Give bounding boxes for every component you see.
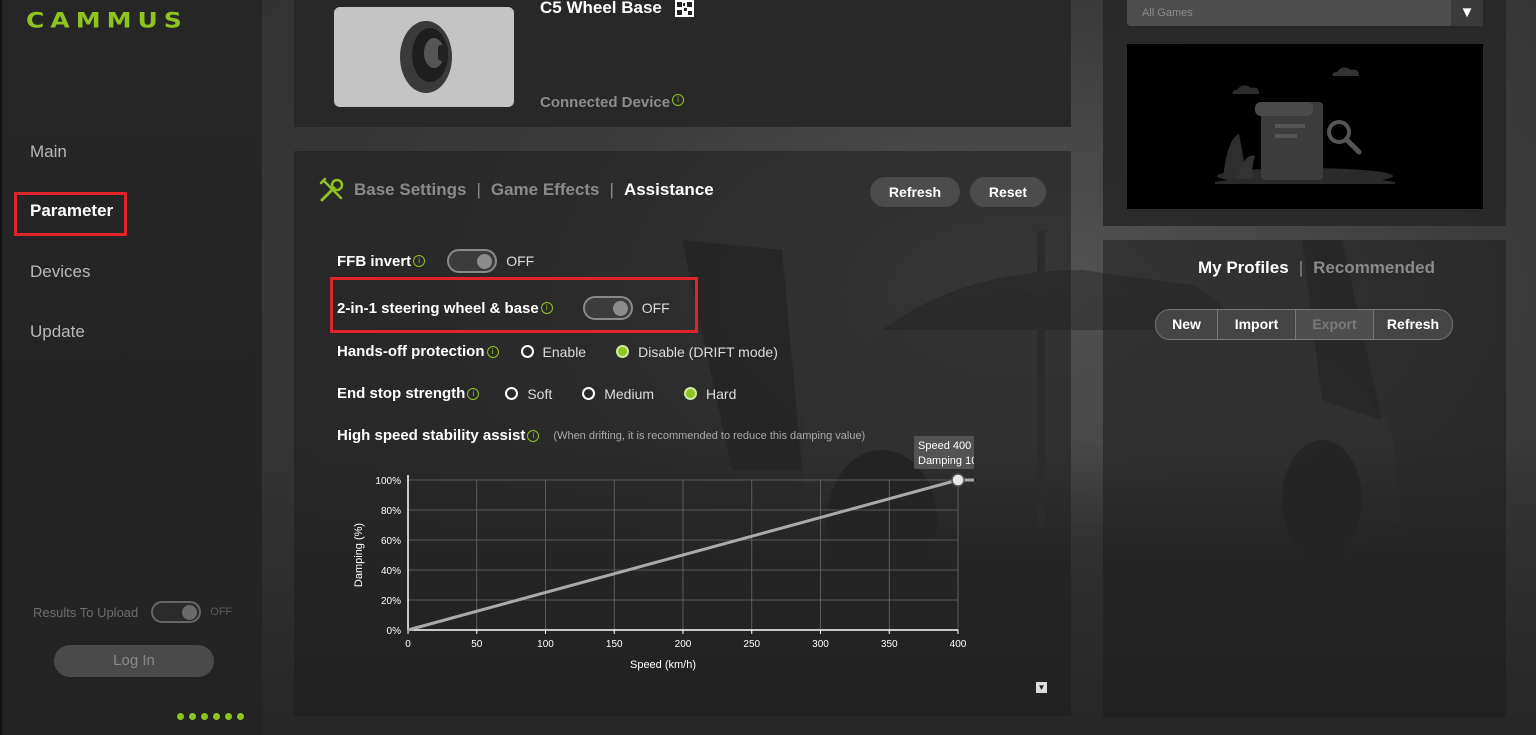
empty-document-illustration-icon <box>1215 67 1395 184</box>
x-tick-label: 50 <box>471 639 483 650</box>
wheel-base-icon <box>400 21 452 93</box>
info-icon[interactable]: i <box>413 255 426 267</box>
ffb-invert-state: OFF <box>506 253 535 269</box>
upload-state: OFF <box>210 606 233 618</box>
import-profile-button[interactable]: Import <box>1218 310 1296 339</box>
tab-game-effects[interactable]: Game Effects <box>491 180 600 200</box>
cammus-logo: CAMMUS <box>26 8 188 33</box>
y-axis-label: Damping (%) <box>353 523 365 587</box>
device-image <box>334 7 514 107</box>
hands-off-disable-radio[interactable]: Disable (DRIFT mode) <box>616 344 778 360</box>
steering-2in1-toggle[interactable] <box>582 296 633 320</box>
x-tick-label: 100 <box>537 639 554 650</box>
device-status-label: Connected Device <box>540 94 671 111</box>
refresh-profiles-button[interactable]: Refresh <box>1374 310 1452 339</box>
tab-assistance[interactable]: Assistance <box>624 180 714 200</box>
y-tick-label: 60% <box>381 536 401 547</box>
x-tick-label: 300 <box>812 639 829 650</box>
profile-tabs: My Profiles | Recommended <box>1198 258 1435 278</box>
ffb-invert-toggle[interactable] <box>447 249 498 273</box>
tooltip-speed: Speed 400 km/h <box>918 440 974 452</box>
steering-2in1-row: 2-in-1 steering wheel & base i OFF <box>337 296 670 320</box>
profiles-panel: My Profiles | Recommended New Import Exp… <box>1103 240 1506 718</box>
games-select[interactable]: All Games ▼ <box>1127 0 1483 26</box>
end-stop-label: End stop strength <box>337 385 466 402</box>
y-tick-label: 40% <box>381 566 401 577</box>
empty-state-box <box>1127 44 1483 209</box>
ffb-invert-row: FFB invert i OFF <box>337 249 534 273</box>
nav-update[interactable]: Update <box>30 322 85 342</box>
ffb-invert-label: FFB invert <box>337 252 412 270</box>
device-panel: C5 Wheel Base Connected Device i <box>294 0 1071 127</box>
games-select-value: All Games <box>1142 7 1193 19</box>
info-icon[interactable]: i <box>486 345 499 358</box>
settings-tabs: Base Settings | Game Effects | Assistanc… <box>318 175 714 205</box>
hands-off-enable-radio[interactable]: Enable <box>520 344 586 360</box>
reset-button[interactable]: Reset <box>970 177 1046 207</box>
scroll-down-arrow-icon[interactable]: ▼ <box>1036 682 1047 693</box>
new-profile-button[interactable]: New <box>1156 310 1218 339</box>
x-tick-label: 0 <box>405 639 411 650</box>
device-status: Connected Device i <box>540 94 685 111</box>
y-tick-label: 0% <box>387 626 402 637</box>
x-tick-label: 350 <box>881 639 898 650</box>
tab-recommended[interactable]: Recommended <box>1313 258 1435 278</box>
upload-label: Results To Upload <box>33 604 139 620</box>
hands-off-label: Hands-off protection <box>337 343 485 360</box>
y-tick-label: 20% <box>381 596 401 607</box>
page-dots <box>177 713 244 720</box>
tools-icon <box>319 177 344 202</box>
login-button[interactable]: Log In <box>54 645 214 677</box>
qr-code-icon[interactable] <box>675 0 694 17</box>
nav-devices[interactable]: Devices <box>30 262 90 282</box>
nav-main[interactable]: Main <box>30 142 67 162</box>
settings-panel: Base Settings | Game Effects | Assistanc… <box>294 151 1071 716</box>
steering-2in1-state: OFF <box>641 300 670 316</box>
upload-row: Results To Upload OFF <box>33 600 253 624</box>
x-axis-label: Speed (km/h) <box>630 659 696 671</box>
sidebar: CAMMUS Main Parameter Devices Update Res… <box>0 0 262 735</box>
x-tick-label: 250 <box>743 639 760 650</box>
end-stop-row: End stop strength i Soft Medium Hard <box>337 385 736 402</box>
tab-my-profiles[interactable]: My Profiles <box>1198 258 1289 278</box>
y-tick-label: 80% <box>381 506 401 517</box>
end-stop-medium-radio[interactable]: Medium <box>582 386 654 402</box>
info-icon[interactable]: i <box>672 94 685 106</box>
export-profile-button[interactable]: Export <box>1296 310 1374 339</box>
end-stop-soft-radio[interactable]: Soft <box>505 386 552 402</box>
refresh-button[interactable]: Refresh <box>870 177 960 207</box>
dropdown-arrow-icon[interactable]: ▼ <box>1451 0 1483 26</box>
scrollbar[interactable] <box>1037 231 1045 527</box>
tab-base-settings[interactable]: Base Settings <box>354 180 466 200</box>
device-name: C5 Wheel Base <box>540 0 662 17</box>
hands-off-row: Hands-off protection i Enable Disable (DR… <box>337 343 778 360</box>
x-tick-label: 150 <box>606 639 623 650</box>
tooltip-damping: Damping 100% <box>918 455 974 467</box>
highlight-box-parameter <box>14 192 127 236</box>
games-panel: All Games ▼ <box>1103 0 1506 226</box>
upload-toggle[interactable] <box>151 601 202 623</box>
info-icon[interactable]: i <box>540 302 553 314</box>
profile-button-group: New Import Export Refresh <box>1155 309 1453 340</box>
x-tick-label: 200 <box>675 639 692 650</box>
steering-2in1-label: 2-in-1 steering wheel & base <box>337 299 539 317</box>
y-tick-label: 100% <box>375 476 401 487</box>
damping-chart[interactable]: 0 50 100 150 200 250 300 350 400 0% 20% 40% 60% 80% 10… <box>334 433 974 683</box>
x-tick-label: 400 <box>950 639 967 650</box>
end-stop-hard-radio[interactable]: Hard <box>684 386 736 402</box>
damping-handle[interactable] <box>951 473 965 487</box>
info-icon[interactable]: i <box>467 387 480 400</box>
